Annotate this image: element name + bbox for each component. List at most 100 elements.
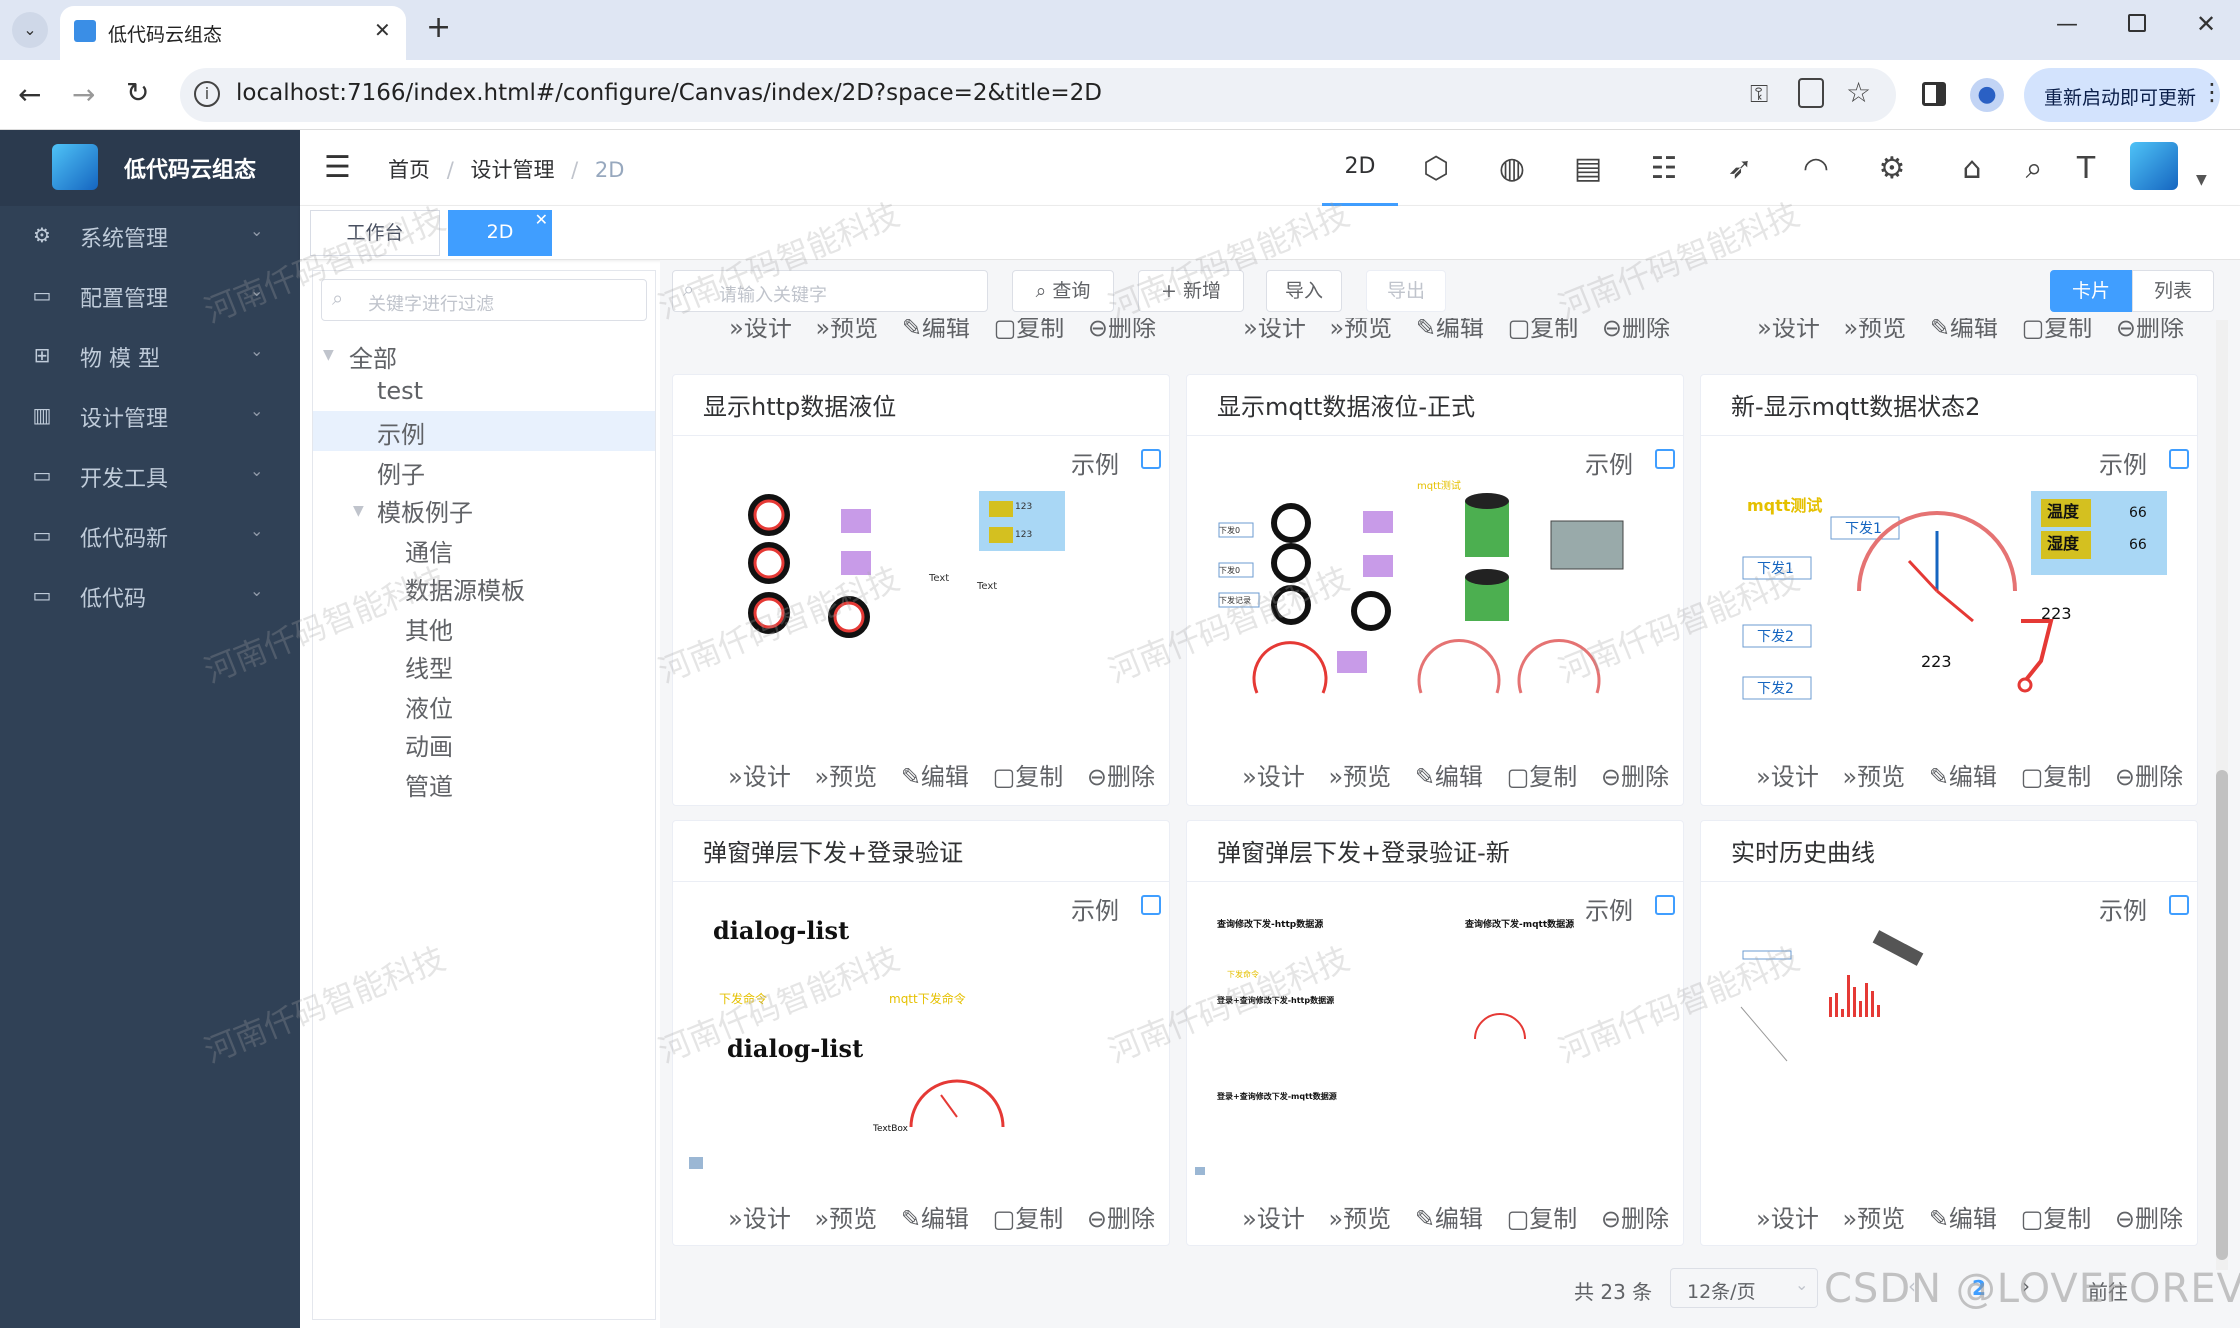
edit-link[interactable]: ✎编辑 [1929,1205,1997,1233]
gauge-icon[interactable]: ◠ [1794,147,1838,191]
translate-icon[interactable] [1798,78,1824,108]
tree-node-comm[interactable]: 通信 [405,533,453,568]
tree-filter-input[interactable]: ⌕ 关键字进行过滤 [321,279,647,321]
edit-link[interactable]: ✎编辑 [901,763,969,791]
profile-avatar-icon[interactable]: ● [1970,78,2004,112]
copy-link[interactable]: ▢复制 [1508,318,1579,342]
sidebar-item-lowcode-new[interactable]: ▭ 低代码新 ⌄ [0,506,300,566]
delete-link[interactable]: ⊖删除 [1601,1205,1669,1233]
design-card[interactable]: 实时历史曲线 示例 »设计 »预览 ✎编辑 ▢复制 ⊖删除 [1700,820,2198,1246]
design-link[interactable]: »设计 [1757,318,1820,342]
preview-link[interactable]: »预览 [1842,763,1905,791]
page-size-select[interactable]: 12条/页 ⌄ [1670,1268,1818,1308]
edit-link[interactable]: ✎编辑 [1415,763,1483,791]
breadcrumb-home[interactable]: 首页 [388,158,430,182]
delete-link[interactable]: ⊖删除 [1088,318,1156,342]
delete-link[interactable]: ⊖删除 [1602,318,1670,342]
preview-link[interactable]: »预览 [815,318,878,342]
edit-link[interactable]: ✎编辑 [901,1205,969,1233]
add-button[interactable]: + 新增 [1138,270,1244,312]
tree-node-all[interactable]: 全部 [349,339,397,374]
view-list-button[interactable]: 列表 [2132,270,2214,312]
nav-tab-2d[interactable]: 2D [1322,130,1398,206]
tree-node-other[interactable]: 其他 [405,611,453,646]
preview-link[interactable]: »预览 [814,1205,877,1233]
delete-link[interactable]: ⊖删除 [2116,318,2184,342]
delete-link[interactable]: ⊖删除 [2115,1205,2183,1233]
design-link[interactable]: »设计 [728,1205,791,1233]
preview-link[interactable]: »预览 [1328,763,1391,791]
reload-icon[interactable]: ↻ [126,76,149,109]
delete-link[interactable]: ⊖删除 [1087,1205,1155,1233]
update-button[interactable]: 重新启动即可更新 ⋮ [2024,68,2224,122]
tree-node-level[interactable]: 液位 [405,689,453,724]
card-checkbox[interactable] [1141,895,1161,915]
design-card[interactable]: 显示mqtt数据液位-正式 示例 mqtt测试 下发0 下发0 下发记录 »设计… [1186,374,1684,806]
design-link[interactable]: »设计 [1243,318,1306,342]
design-link[interactable]: »设计 [1756,763,1819,791]
search-icon[interactable]: ⌕ [2012,147,2056,191]
sidebar-item-thing-model[interactable]: ⊞ 物 模 型 ⌄ [0,326,300,386]
minimize-button[interactable]: — [2056,12,2078,37]
design-link[interactable]: »设计 [729,318,792,342]
design-card[interactable]: 弹窗弹层下发+登录验证-新 示例 查询修改下发-http数据源 查询修改下发-m… [1186,820,1684,1246]
sidebar-item-design[interactable]: ▥ 设计管理 ⌄ [0,386,300,446]
edit-link[interactable]: ✎编辑 [1930,318,1998,342]
sidepanel-icon[interactable] [1922,82,1946,106]
edit-link[interactable]: ✎编辑 [1929,763,1997,791]
export-button[interactable]: 导出 [1366,270,1446,312]
forward-icon[interactable]: → [72,78,95,111]
tree-node-example[interactable]: 示例 [377,415,425,450]
tag-2d[interactable]: 2D ✕ [448,210,552,256]
key-icon[interactable]: ⚿ [1750,80,1768,108]
sidebar-item-devtools[interactable]: ▭ 开发工具 ⌄ [0,446,300,506]
tree-node-animation[interactable]: 动画 [405,727,453,762]
tree-expand-icon[interactable]: ▼ [323,347,334,363]
tree-expand-icon[interactable]: ▼ [353,503,364,519]
card-checkbox[interactable] [1655,449,1675,469]
close-window-button[interactable]: ✕ [2196,10,2216,38]
preview-link[interactable]: »预览 [814,763,877,791]
card-checkbox[interactable] [2169,449,2189,469]
design-link[interactable]: »设计 [1756,1205,1819,1233]
tree-node-test[interactable]: test [377,377,423,405]
card-checkbox[interactable] [2169,895,2189,915]
hamburger-icon[interactable]: ☰ [324,150,351,185]
design-card[interactable]: 弹窗弹层下发+登录验证 示例 dialog-list 下发命令 mqtt下发命令… [672,820,1170,1246]
keyword-search-input[interactable]: ⌕ 请输入关键字 [672,270,988,312]
content-scrollbar-thumb[interactable] [2216,770,2228,1260]
font-size-icon[interactable]: T [2064,147,2108,191]
settings-cog-icon[interactable]: ⚙ [1870,147,1914,191]
back-icon[interactable]: ← [18,78,41,111]
preview-link[interactable]: »预览 [1842,1205,1905,1233]
design-link[interactable]: »设计 [1242,763,1305,791]
copy-link[interactable]: ▢复制 [2021,763,2092,791]
new-tab-button[interactable]: + [426,10,451,45]
caret-down-icon[interactable]: ▼ [2196,172,2207,188]
menu-dots-icon[interactable]: ⋮ [2200,78,2224,106]
copy-link[interactable]: ▢复制 [2022,318,2093,342]
copy-link[interactable]: ▢复制 [1507,1205,1578,1233]
copy-link[interactable]: ▢复制 [993,1205,1064,1233]
browser-tab[interactable]: 低代码云组态 ✕ [60,6,406,60]
tree-node-sample[interactable]: 例子 [377,455,425,490]
home-icon[interactable]: ⌂ [1950,147,1994,191]
edit-link[interactable]: ✎编辑 [1416,318,1484,342]
site-info-icon[interactable]: i [194,81,220,107]
preview-link[interactable]: »预览 [1329,318,1392,342]
tab-close-icon[interactable]: ✕ [374,18,391,42]
query-button[interactable]: ⌕ 查询 [1012,270,1114,312]
card-checkbox[interactable] [1655,895,1675,915]
copy-link[interactable]: ▢复制 [993,763,1064,791]
address-bar[interactable]: i localhost:7166/index.html#/configure/C… [180,68,1896,122]
preview-link[interactable]: »预览 [1843,318,1906,342]
view-card-button[interactable]: 卡片 [2050,270,2132,312]
user-avatar[interactable] [2130,142,2178,190]
table-icon[interactable]: ☷ [1642,147,1686,191]
design-card[interactable]: 显示http数据液位 示例 Text Text 123 123 »设计 »预览 … [672,374,1170,806]
design-link[interactable]: »设计 [1242,1205,1305,1233]
tree-node-line[interactable]: 线型 [405,649,453,684]
tag-workbench[interactable]: 工作台 [310,210,440,256]
delete-link[interactable]: ⊖删除 [2115,763,2183,791]
rocket-icon[interactable]: ➶ [1718,147,1762,191]
